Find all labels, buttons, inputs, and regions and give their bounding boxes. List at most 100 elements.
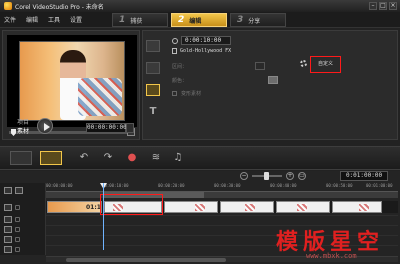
video-clip[interactable] xyxy=(332,201,382,213)
zoom-control: − + ▭ xyxy=(240,172,306,180)
fit-project-button[interactable]: ▭ xyxy=(298,172,306,180)
audio-mixer-icon[interactable]: ≋ xyxy=(150,152,162,164)
zoom-out-button[interactable]: − xyxy=(240,172,248,180)
redo-icon[interactable]: ↷ xyxy=(102,152,114,164)
option-label: 区间： xyxy=(172,64,188,70)
step-number: 3 xyxy=(237,15,244,25)
menu-edit[interactable]: 编辑 xyxy=(26,15,38,24)
track-lock-icon[interactable] xyxy=(15,237,20,242)
options-panel xyxy=(142,30,398,140)
ruler-tick: 00:00:30:00 xyxy=(214,183,241,188)
preview-screen xyxy=(7,35,137,127)
video-track-header xyxy=(4,203,44,212)
interval-spinner[interactable] xyxy=(255,62,265,70)
track-headers xyxy=(0,183,46,255)
video-clip[interactable] xyxy=(220,201,274,213)
clip-thumbnail xyxy=(195,204,205,211)
option-row-color: 颜色： xyxy=(172,77,187,84)
step-capture[interactable]: 1 捕获 xyxy=(112,13,168,27)
video-clip-selected[interactable]: 01:1 xyxy=(47,201,102,213)
track-lock-icon[interactable] xyxy=(15,217,20,222)
step-number: 2 xyxy=(178,15,185,25)
menu-file[interactable]: 文件 xyxy=(4,15,16,24)
step-label: 编辑 xyxy=(189,17,202,25)
color-swatch[interactable] xyxy=(268,76,278,84)
highlight-box xyxy=(100,194,163,215)
video-track-icon[interactable] xyxy=(4,204,12,211)
app-window: Corel VideoStudio Pro - 未命名 – □ × 文件 编辑 … xyxy=(0,0,400,264)
work-area-bar[interactable] xyxy=(46,192,398,198)
timecode-spinner[interactable] xyxy=(126,123,134,133)
menu-settings[interactable]: 设置 xyxy=(70,15,82,24)
track-manager-row xyxy=(4,186,44,195)
time-ruler[interactable]: 00:00:00:00 00:00:10:00 00:00:20:00 00:0… xyxy=(46,183,398,192)
clip-thumbnail xyxy=(359,204,369,211)
record-icon[interactable]: ● xyxy=(126,152,138,164)
title-bar: Corel VideoStudio Pro - 未命名 – □ × xyxy=(0,0,400,12)
filter-name[interactable]: Gold-Hollywood FX xyxy=(180,48,231,54)
track-divider xyxy=(46,215,398,216)
title-icon[interactable]: T xyxy=(146,106,160,118)
track-lock-icon[interactable] xyxy=(15,247,20,252)
play-mode-labels: 项目 素材 xyxy=(17,118,29,136)
minimize-button[interactable]: – xyxy=(369,2,377,10)
zoom-in-button[interactable]: + xyxy=(286,172,294,180)
ruler-tick: 00:00:40:00 xyxy=(270,183,297,188)
menu-tools[interactable]: 工具 xyxy=(48,15,60,24)
duration-field[interactable]: 0:00:10:00 xyxy=(181,36,231,45)
chapter-icon[interactable] xyxy=(15,187,23,194)
play-button[interactable] xyxy=(37,118,53,134)
step-label: 分享 xyxy=(248,17,261,25)
undo-icon[interactable]: ↶ xyxy=(78,152,90,164)
timeline-view-button[interactable] xyxy=(40,151,62,165)
track-manager-icon[interactable] xyxy=(4,187,12,194)
zoom-slider[interactable] xyxy=(252,172,282,180)
duration-control: 0:00:10:00 xyxy=(172,36,231,45)
video-clip[interactable] xyxy=(164,201,218,213)
playhead-line[interactable] xyxy=(103,183,104,250)
voice-track-header xyxy=(4,235,44,244)
window-controls: – □ × xyxy=(369,2,397,10)
step-edit[interactable]: 2 编辑 xyxy=(171,13,227,27)
overlay-track-icon[interactable] xyxy=(4,216,12,223)
step-share[interactable]: 3 分享 xyxy=(230,13,286,27)
overlay-track-header xyxy=(4,215,44,224)
track-lock-icon[interactable] xyxy=(15,205,20,210)
transition-library-icon[interactable] xyxy=(146,62,160,74)
voice-track-icon[interactable] xyxy=(4,236,12,243)
filter-icon xyxy=(172,48,177,54)
menu-bar: 文件 编辑 工具 设置 1 捕获 2 编辑 3 分享 xyxy=(0,12,400,28)
ruler-tick: 00:00:20:00 xyxy=(158,183,185,188)
gear-icon[interactable] xyxy=(300,60,307,67)
scrollbar-thumb[interactable] xyxy=(66,258,226,262)
title-track-icon[interactable] xyxy=(4,226,12,233)
music-track-icon[interactable] xyxy=(4,246,12,253)
track-lock-icon[interactable] xyxy=(15,227,20,232)
storyboard-view-button[interactable] xyxy=(10,151,32,165)
mode-project[interactable]: 项目 xyxy=(17,118,29,127)
customize-button[interactable]: 自定义 xyxy=(310,56,341,73)
maximize-button[interactable]: □ xyxy=(379,2,387,10)
title-track-header xyxy=(4,225,44,234)
customize-label: 自定义 xyxy=(317,61,333,67)
close-button[interactable]: × xyxy=(389,2,397,10)
ruler-tick: 00:01:00:00 xyxy=(366,183,393,188)
option-row-transform: 变形素材 xyxy=(172,90,201,97)
zoom-slider-knob[interactable] xyxy=(264,172,269,180)
app-logo-icon xyxy=(4,2,12,10)
scrub-handle[interactable] xyxy=(11,129,16,136)
clip-thumbnail xyxy=(245,204,255,211)
transform-checkbox[interactable] xyxy=(172,91,177,96)
option-label: 变形素材 xyxy=(181,91,202,97)
preview-timecode[interactable]: 00:00:00:00 xyxy=(86,123,127,133)
option-label: 颜色： xyxy=(172,78,188,84)
video-clip[interactable] xyxy=(276,201,330,213)
filter-entry: Gold-Hollywood FX xyxy=(172,48,231,54)
clip-label: 01:1 xyxy=(86,204,101,211)
mode-clip[interactable]: 素材 xyxy=(17,127,29,136)
media-library-icon[interactable] xyxy=(146,40,160,52)
preview-image xyxy=(19,41,125,121)
option-row-interval: 区间： xyxy=(172,63,187,70)
auto-music-icon[interactable]: ♫ xyxy=(172,152,184,164)
filter-library-icon[interactable] xyxy=(146,84,160,96)
